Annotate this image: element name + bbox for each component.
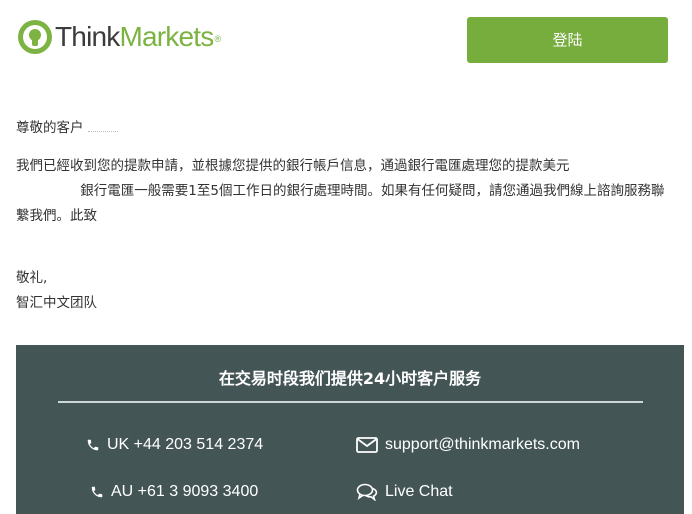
logo-think: Think [55, 21, 120, 52]
support-footer: 在交易时段我们提供24小时客户服务 UK +44 203 514 2374 AU… [16, 345, 684, 514]
contact-live-chat[interactable]: Live Chat [356, 483, 453, 501]
thinkmarkets-logo[interactable]: ThinkMarkets® [18, 20, 221, 54]
footer-divider [58, 401, 643, 403]
email-content: 尊敬的客户 我們已經收到您的提款申請，並根據您提供的銀行帳戶信息，通過銀行電匯處… [16, 116, 676, 316]
envelope-icon [356, 437, 378, 453]
greeting-line: 尊敬的客户 [16, 116, 676, 141]
footer-title: 在交易时段我们提供24小时客户服务 [218, 369, 482, 388]
logo-text: ThinkMarkets® [55, 20, 221, 54]
signature-text: 智汇中文团队 [16, 295, 97, 311]
phone-au-text: AU +61 3 9093 3400 [111, 483, 259, 500]
redacted-name [87, 125, 118, 132]
body-text-part2: 銀行電匯一般需要1至5個工作日的銀行處理時間。如果有任何疑問，請您通過我們線上諮… [16, 183, 665, 224]
redacted-amount [16, 185, 76, 195]
chat-bubble-icon [356, 483, 378, 501]
phone-uk-text: UK +44 203 514 2374 [107, 436, 264, 453]
logo-bulb-icon [18, 20, 52, 54]
login-button[interactable]: 登陆 [467, 17, 668, 63]
live-chat-link[interactable]: Live Chat [385, 483, 453, 501]
logo-registered-mark: ® [214, 34, 221, 44]
email-body: 我們已經收到您的提款申請，並根據您提供的銀行帳戶信息，通過銀行電匯處理您的提款美… [16, 154, 676, 229]
support-email-link[interactable]: support@thinkmarkets.com [385, 436, 580, 454]
phone-icon [91, 486, 103, 498]
closing-text: 敬礼, [16, 270, 48, 286]
signoff: 敬礼, 智汇中文团队 [16, 266, 676, 316]
contact-phone-au[interactable]: AU +61 3 9093 3400 [90, 483, 258, 501]
contact-phone-uk[interactable]: UK +44 203 514 2374 [86, 436, 263, 454]
contact-email[interactable]: support@thinkmarkets.com [356, 436, 580, 454]
body-text-part1: 我們已經收到您的提款申請，並根據您提供的銀行帳戶信息，通過銀行電匯處理您的提款美… [16, 158, 570, 174]
logo-markets: Markets [119, 21, 214, 52]
greeting-text: 尊敬的客户 [16, 120, 84, 136]
email-header: ThinkMarkets® 登陆 [0, 0, 692, 80]
phone-icon [87, 439, 99, 451]
